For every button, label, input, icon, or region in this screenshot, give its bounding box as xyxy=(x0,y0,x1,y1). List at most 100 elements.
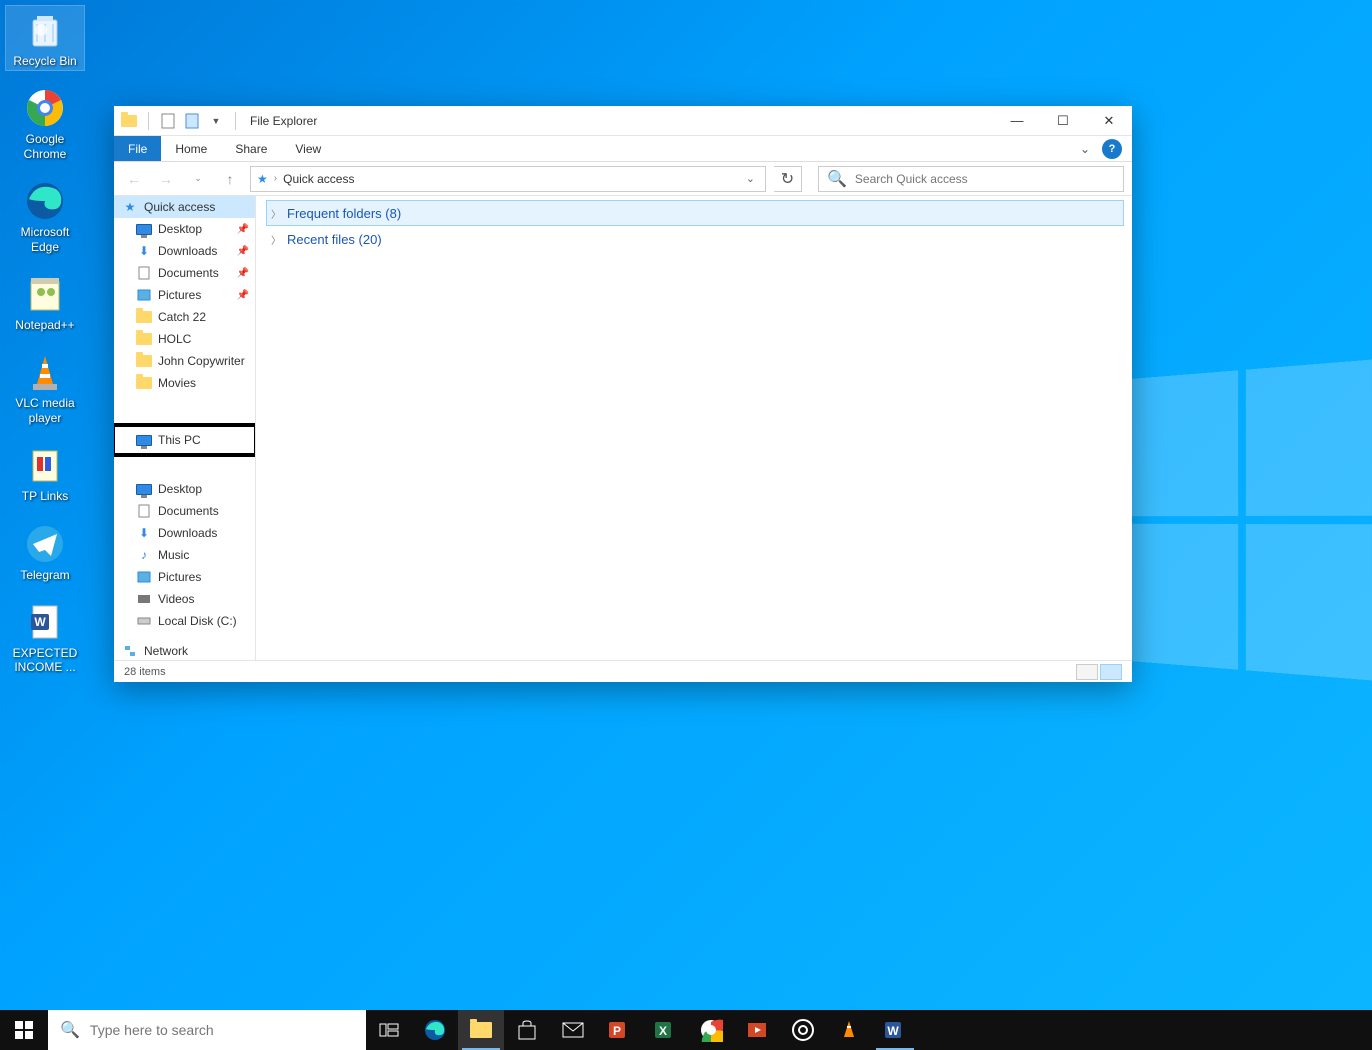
desktop-icon-edge[interactable]: Microsoft Edge xyxy=(6,177,84,256)
taskbar-excel-icon[interactable]: X xyxy=(642,1010,688,1050)
address-dropdown-icon[interactable]: ⌄ xyxy=(742,172,759,185)
desktop-icon-tplinks[interactable]: TP Links xyxy=(6,441,84,505)
chevron-right-icon: 〉 xyxy=(271,206,281,221)
start-button[interactable] xyxy=(0,1010,48,1050)
desktop-icon-label: Microsoft Edge xyxy=(8,225,82,254)
back-button[interactable]: ← xyxy=(122,167,146,191)
group-recent-files[interactable]: 〉Recent files (20) xyxy=(266,226,1124,252)
powerpoint-icon: P xyxy=(606,1017,632,1043)
content-pane[interactable]: 〉Frequent folders (8)〉Recent files (20) xyxy=(256,196,1132,660)
groove-icon xyxy=(790,1017,816,1043)
nav-item-label: Local Disk (C:) xyxy=(158,614,237,628)
close-button[interactable]: ✕ xyxy=(1086,106,1132,136)
svg-text:W: W xyxy=(34,615,46,629)
nav-item-this-pc[interactable]: This PC xyxy=(114,426,255,454)
ribbon-tab-share[interactable]: Share xyxy=(221,136,281,161)
taskbar-search[interactable]: 🔍 xyxy=(48,1010,366,1050)
search-icon: 🔍 xyxy=(827,169,847,189)
desktop-icon-telegram[interactable]: Telegram xyxy=(6,520,84,584)
recent-dropdown-icon[interactable]: ⌄ xyxy=(186,167,210,191)
nav-item-local-disk-c-[interactable]: Local Disk (C:) xyxy=(114,610,255,632)
star-icon: ★ xyxy=(122,199,138,215)
nav-item-network[interactable]: Network xyxy=(114,640,255,660)
desktop-icon-vlc[interactable]: VLC media player xyxy=(6,348,84,427)
nav-item-pictures[interactable]: Pictures xyxy=(114,566,255,588)
desktop-icon-label: Telegram xyxy=(20,568,69,582)
nav-item-downloads[interactable]: ⬇Downloads📌 xyxy=(114,240,255,262)
qat-dropdown-icon[interactable]: ▼ xyxy=(207,112,225,130)
nav-item-videos[interactable]: Videos xyxy=(114,588,255,610)
nav-item-label: Quick access xyxy=(144,200,215,214)
nav-item-label: This PC xyxy=(158,433,201,447)
desktop-icon-notepadpp[interactable]: Notepad++ xyxy=(6,270,84,334)
address-bar[interactable]: ★ › Quick access ⌄ xyxy=(250,166,766,192)
help-icon[interactable]: ? xyxy=(1102,139,1122,159)
taskbar-groove-icon[interactable] xyxy=(780,1010,826,1050)
nav-item-movies[interactable]: Movies xyxy=(114,372,255,394)
search-box[interactable]: 🔍 xyxy=(818,166,1124,192)
refresh-button[interactable]: ↻ xyxy=(774,166,802,192)
nav-item-label: Movies xyxy=(158,376,196,390)
svg-text:X: X xyxy=(659,1024,667,1038)
search-input[interactable] xyxy=(855,172,1115,186)
taskbar-vlc-icon[interactable] xyxy=(826,1010,872,1050)
taskbar: 🔍 P X W xyxy=(0,1010,1372,1050)
taskbar-chrome-icon[interactable] xyxy=(688,1010,734,1050)
ribbon-tab-view[interactable]: View xyxy=(281,136,335,161)
view-details-button[interactable] xyxy=(1076,664,1098,680)
desktop-icon-recycle-bin[interactable]: Recycle Bin xyxy=(6,6,84,70)
nav-item-documents[interactable]: Documents📌 xyxy=(114,262,255,284)
taskbar-store-icon[interactable] xyxy=(504,1010,550,1050)
recycle-bin-icon xyxy=(23,8,67,52)
taskbar-explorer-icon[interactable] xyxy=(458,1010,504,1050)
minimize-button[interactable]: — xyxy=(994,106,1040,136)
ribbon-tab-file[interactable]: File xyxy=(114,136,161,161)
nav-item-documents[interactable]: Documents xyxy=(114,500,255,522)
svg-text:P: P xyxy=(613,1024,621,1038)
nav-item-label: Pictures xyxy=(158,570,201,584)
desktop-icon-chrome[interactable]: Google Chrome xyxy=(6,84,84,163)
nav-item-music[interactable]: ♪Music xyxy=(114,544,255,566)
group-frequent-folders[interactable]: 〉Frequent folders (8) xyxy=(266,200,1124,226)
nav-item-pictures[interactable]: Pictures📌 xyxy=(114,284,255,306)
nav-item-john-copywriter[interactable]: John Copywriter xyxy=(114,350,255,372)
desktop-icon xyxy=(136,481,152,497)
edge-icon xyxy=(23,179,67,223)
nav-item-label: Desktop xyxy=(158,222,202,236)
nav-item-desktop[interactable]: Desktop xyxy=(114,478,255,500)
desktop-icon-label: TP Links xyxy=(22,489,68,503)
forward-button[interactable]: → xyxy=(154,167,178,191)
taskbar-video-editor-icon[interactable] xyxy=(734,1010,780,1050)
ribbon-expand-icon[interactable]: ⌄ xyxy=(1072,136,1098,161)
desktop-icon-label: VLC media player xyxy=(8,396,82,425)
nav-item-label: Music xyxy=(158,548,189,562)
nav-item-label: Desktop xyxy=(158,482,202,496)
taskbar-task-view-icon[interactable] xyxy=(366,1010,412,1050)
nav-item-downloads[interactable]: ⬇Downloads xyxy=(114,522,255,544)
downloads-icon: ⬇ xyxy=(136,525,152,541)
view-icons-button[interactable] xyxy=(1100,664,1122,680)
search-icon: 🔍 xyxy=(60,1020,80,1040)
taskbar-edge-icon[interactable] xyxy=(412,1010,458,1050)
ribbon-tab-home[interactable]: Home xyxy=(161,136,221,161)
up-button[interactable]: ↑ xyxy=(218,167,242,191)
taskbar-powerpoint-icon[interactable]: P xyxy=(596,1010,642,1050)
desktop-icon-label: Google Chrome xyxy=(8,132,82,161)
taskbar-search-input[interactable] xyxy=(90,1022,354,1038)
desktop-icon-word-doc[interactable]: WEXPECTED INCOME ... xyxy=(6,598,84,677)
nav-item-catch-22[interactable]: Catch 22 xyxy=(114,306,255,328)
maximize-button[interactable]: ☐ xyxy=(1040,106,1086,136)
nav-item-holc[interactable]: HOLC xyxy=(114,328,255,350)
qat-new-icon[interactable] xyxy=(159,112,177,130)
window-title: File Explorer xyxy=(250,114,317,128)
desktop-icon-label: Recycle Bin xyxy=(13,54,76,68)
breadcrumb-location[interactable]: Quick access xyxy=(283,172,354,186)
quick-access-star-icon: ★ xyxy=(257,172,268,186)
taskbar-mail-icon[interactable] xyxy=(550,1010,596,1050)
taskbar-word-icon[interactable]: W xyxy=(872,1010,918,1050)
nav-item-desktop[interactable]: Desktop📌 xyxy=(114,218,255,240)
nav-item-quick-access[interactable]: ★ Quick access xyxy=(114,196,255,218)
qat-properties-icon[interactable] xyxy=(183,112,201,130)
titlebar[interactable]: ▼ File Explorer — ☐ ✕ xyxy=(114,106,1132,136)
folder-icon xyxy=(136,375,152,391)
